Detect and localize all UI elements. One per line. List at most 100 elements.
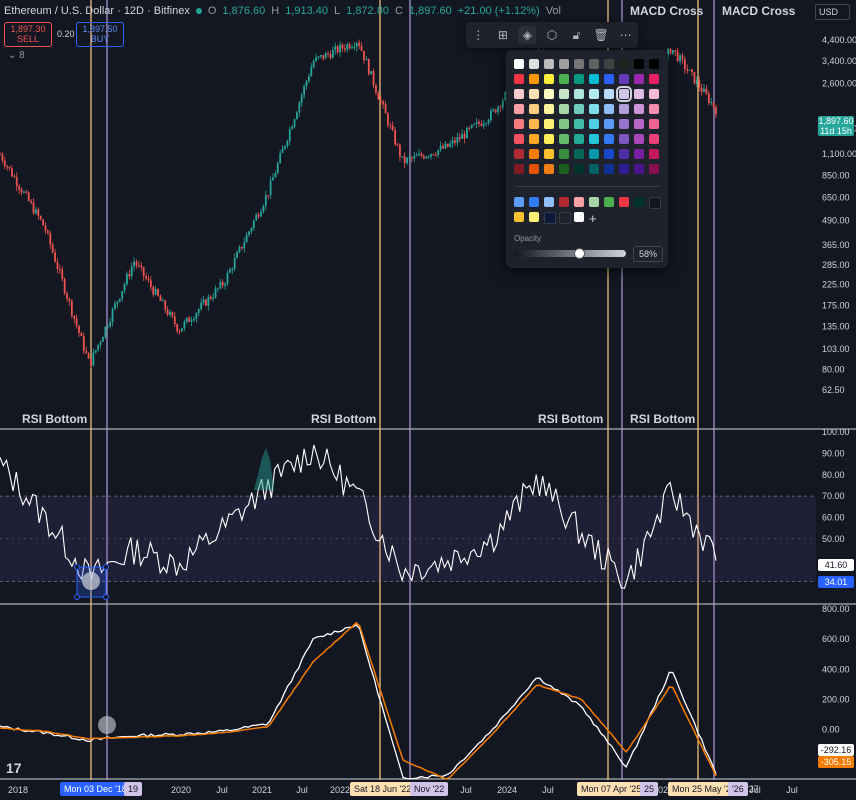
color-swatch[interactable] (634, 59, 644, 69)
color-swatch[interactable] (529, 164, 539, 174)
color-swatch[interactable] (529, 134, 539, 144)
fill-color-icon[interactable]: ◈ (518, 26, 537, 44)
opacity-slider[interactable] (514, 250, 626, 257)
more-icon[interactable]: ⋯ (617, 26, 635, 44)
recent-color-swatch[interactable] (529, 212, 539, 222)
color-swatch[interactable] (574, 59, 584, 69)
color-swatch[interactable] (619, 59, 629, 69)
annotation-macd-cross-1[interactable]: MACD Cross (630, 4, 703, 18)
color-swatch[interactable] (559, 89, 569, 99)
color-swatch[interactable] (634, 104, 644, 114)
color-swatch[interactable] (634, 149, 644, 159)
color-swatch[interactable] (589, 149, 599, 159)
color-swatch[interactable] (544, 119, 554, 129)
template-icon[interactable]: ⊞ (494, 26, 512, 44)
color-swatch[interactable] (619, 149, 629, 159)
buy-button[interactable]: 1,897.50 BUY (76, 22, 124, 47)
annotation-rsi-bottom-4[interactable]: RSI Bottom (630, 412, 695, 426)
indicators-toggle[interactable]: ⌄ 8 (8, 50, 25, 61)
color-swatch[interactable] (514, 134, 524, 144)
color-swatch[interactable] (559, 149, 569, 159)
color-swatch[interactable] (604, 134, 614, 144)
color-swatch[interactable] (514, 119, 524, 129)
color-swatch[interactable] (619, 74, 629, 84)
color-swatch[interactable] (514, 59, 524, 69)
color-swatch[interactable] (589, 134, 599, 144)
chart-canvas[interactable]: 4,400.003,400.002,600.001,500.001,100.00… (0, 0, 856, 800)
color-swatch[interactable] (619, 119, 629, 129)
color-swatch[interactable] (559, 164, 569, 174)
color-swatch[interactable] (559, 74, 569, 84)
color-swatch[interactable] (544, 74, 554, 84)
color-swatch[interactable] (529, 104, 539, 114)
recent-color-swatch[interactable] (559, 197, 569, 207)
currency-select[interactable]: USD (815, 4, 850, 20)
recent-color-swatch[interactable] (589, 197, 599, 207)
color-swatch[interactable] (649, 59, 659, 69)
color-swatch[interactable] (529, 74, 539, 84)
color-swatch[interactable] (649, 134, 659, 144)
color-swatch[interactable] (544, 59, 554, 69)
recent-color-swatch[interactable] (604, 197, 614, 207)
color-swatch[interactable] (619, 134, 629, 144)
color-swatch[interactable] (604, 89, 614, 99)
color-swatch[interactable] (559, 134, 569, 144)
color-swatch[interactable] (529, 59, 539, 69)
color-swatch[interactable] (544, 104, 554, 114)
color-swatch[interactable] (589, 89, 599, 99)
color-swatch[interactable] (559, 119, 569, 129)
color-swatch[interactable] (574, 149, 584, 159)
color-swatch[interactable] (604, 119, 614, 129)
color-swatch[interactable] (649, 104, 659, 114)
color-swatch[interactable] (544, 89, 554, 99)
color-swatch[interactable] (574, 89, 584, 99)
color-swatch[interactable] (589, 164, 599, 174)
color-swatch[interactable] (604, 164, 614, 174)
color-swatch[interactable] (574, 74, 584, 84)
drag-handle-icon[interactable]: ⋮ (469, 26, 487, 44)
symbol-title[interactable]: Ethereum / U.S. Dollar · 12D · Bitfinex (4, 5, 190, 17)
lock-icon[interactable]: 🔓︎ (568, 26, 586, 44)
color-swatch[interactable] (634, 89, 644, 99)
color-swatch[interactable] (616, 86, 632, 102)
recent-color-swatch[interactable] (544, 212, 556, 224)
color-swatch[interactable] (619, 164, 629, 174)
settings-hex-icon[interactable]: ⬡ (543, 26, 561, 44)
sell-button[interactable]: 1,897.30 SELL (4, 22, 52, 47)
recent-color-swatch[interactable] (514, 212, 524, 222)
opacity-value-input[interactable]: 58% (633, 246, 663, 262)
color-swatch[interactable] (559, 59, 569, 69)
color-swatch[interactable] (544, 164, 554, 174)
color-swatch[interactable] (649, 164, 659, 174)
color-swatch[interactable] (649, 74, 659, 84)
color-swatch[interactable] (589, 119, 599, 129)
recent-color-swatch[interactable] (544, 197, 554, 207)
color-swatch[interactable] (514, 164, 524, 174)
color-swatch[interactable] (649, 119, 659, 129)
add-custom-color-icon[interactable]: + (589, 211, 597, 226)
color-swatch[interactable] (544, 149, 554, 159)
annotation-macd-cross-2[interactable]: MACD Cross (722, 4, 795, 18)
color-swatch[interactable] (589, 104, 599, 114)
recent-color-swatch[interactable] (574, 197, 584, 207)
recent-color-swatch[interactable] (514, 197, 524, 207)
color-swatch[interactable] (559, 104, 569, 114)
color-swatch[interactable] (649, 89, 659, 99)
color-swatch[interactable] (649, 149, 659, 159)
color-swatch[interactable] (634, 119, 644, 129)
color-swatch[interactable] (514, 104, 524, 114)
recent-color-swatch[interactable] (619, 197, 629, 207)
recent-color-swatch[interactable] (574, 212, 584, 222)
color-swatch[interactable] (514, 149, 524, 159)
color-swatch[interactable] (589, 59, 599, 69)
opacity-slider-handle[interactable] (574, 248, 586, 259)
recent-color-swatch[interactable] (649, 197, 661, 209)
color-swatch[interactable] (604, 149, 614, 159)
color-swatch[interactable] (544, 134, 554, 144)
color-swatch[interactable] (529, 89, 539, 99)
color-swatch[interactable] (634, 74, 644, 84)
color-swatch[interactable] (574, 164, 584, 174)
trash-icon[interactable]: 🗑︎ (592, 26, 610, 44)
color-swatch[interactable] (529, 119, 539, 129)
color-swatch[interactable] (574, 134, 584, 144)
